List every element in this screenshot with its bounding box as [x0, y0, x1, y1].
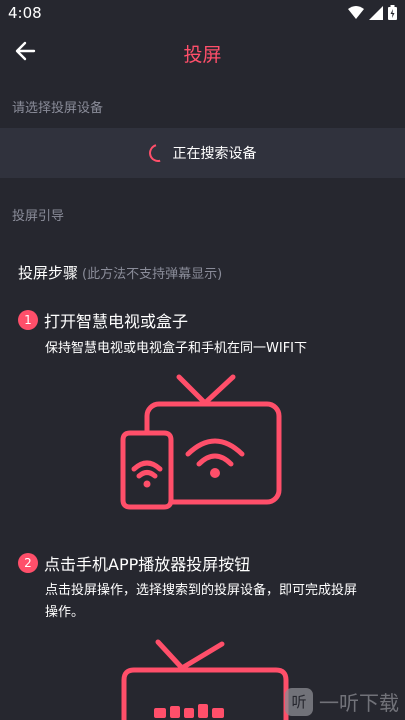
step-1-description: 保持智慧电视或电视盒子和手机在同一WIFI下: [45, 341, 307, 356]
wifi-icon: [348, 5, 364, 19]
status-icons: [348, 5, 397, 20]
device-search-row[interactable]: 正在搜索设备: [0, 128, 405, 178]
steps-title-text: 投屏步骤: [18, 264, 79, 282]
steps-title: 投屏步骤 (此方法不支持弹幕显示): [18, 262, 222, 283]
app-bar: 投屏: [0, 28, 405, 78]
step-1-title: 打开智慧电视或盒子: [44, 312, 189, 331]
step-2-number-badge: 2: [18, 553, 38, 573]
watermark-text: 一听下载: [319, 691, 399, 715]
signal-icon: [369, 5, 383, 20]
device-search-text: 正在搜索设备: [172, 146, 257, 162]
watermark: 听 一听下载: [285, 687, 399, 716]
watermark-logo: 听: [285, 687, 313, 716]
status-bar: 4:08: [0, 0, 405, 28]
step-1-number-badge: 1: [18, 310, 38, 330]
step-2-heading: 2 点击手机APP播放器投屏按钮: [18, 551, 250, 575]
step-2-title: 点击手机APP播放器投屏按钮: [44, 555, 251, 574]
steps-note: (此方法不支持弹幕显示): [82, 267, 223, 282]
device-section-label: 请选择投屏设备: [12, 101, 104, 116]
page-title: 投屏: [183, 44, 222, 66]
step-1-heading: 1 打开智慧电视或盒子: [18, 308, 188, 332]
guide-section-label: 投屏引导: [12, 209, 65, 224]
step-2-description: 点击投屏操作，选择搜索到的投屏设备，即可完成投屏操作。: [45, 583, 358, 620]
battery-icon: [388, 5, 397, 20]
tv-cast-illustration: [121, 639, 289, 720]
tv-phone-wifi-illustration: [120, 374, 282, 510]
loading-spinner-icon: [145, 140, 170, 166]
status-time: 4:08: [8, 4, 42, 22]
